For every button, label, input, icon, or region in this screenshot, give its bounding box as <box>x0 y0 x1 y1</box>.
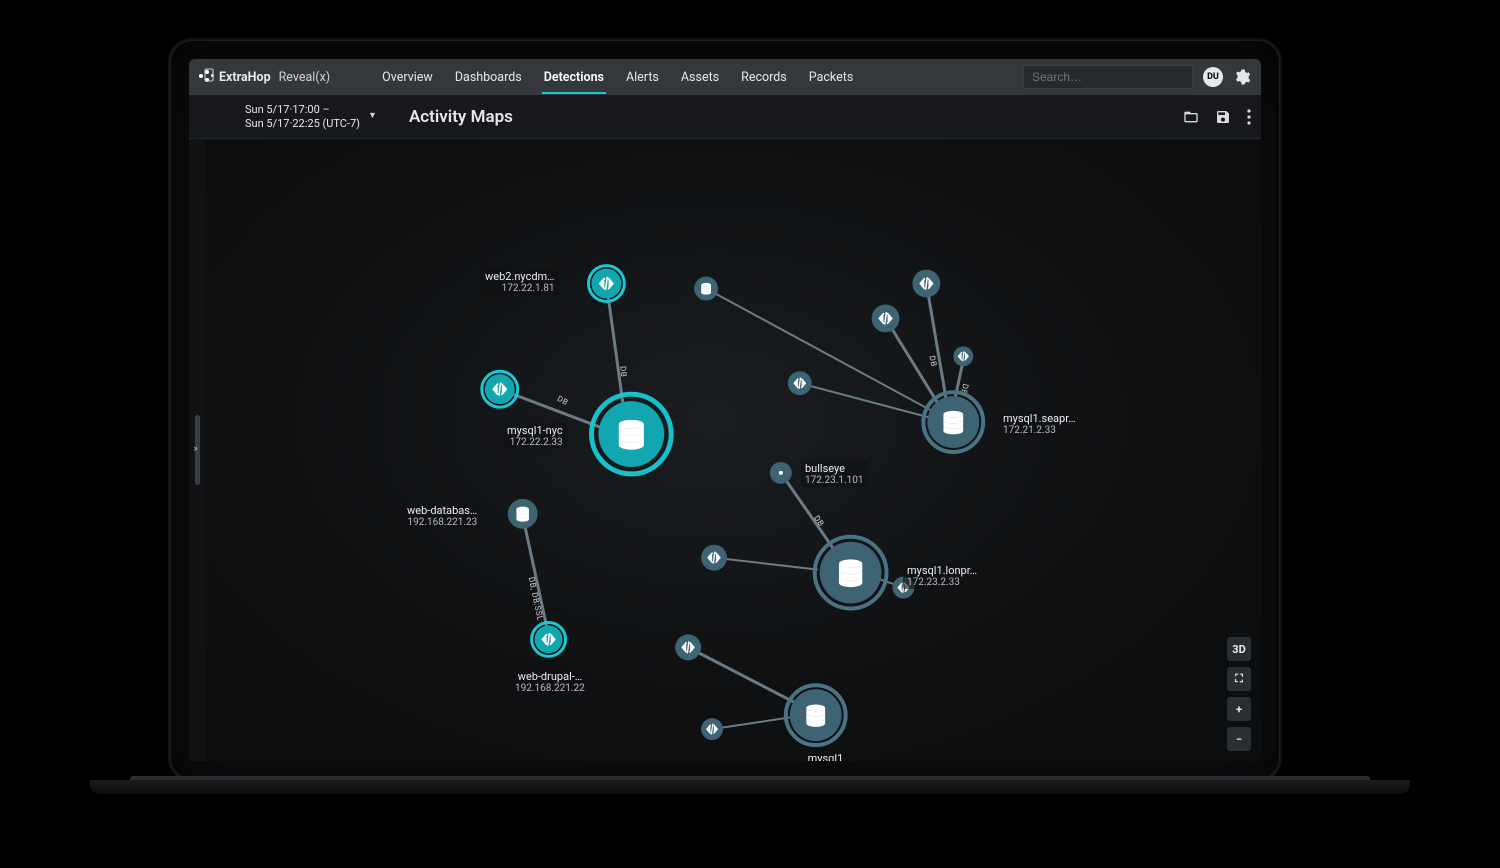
node-web-database[interactable] <box>508 499 538 529</box>
chevron-down-icon: ▼ <box>368 111 377 122</box>
node-code-sat[interactable] <box>701 545 727 571</box>
label-mysql-sea[interactable]: mysql1.seapr… 172.21.2.33 <box>999 411 1080 437</box>
nav-alerts[interactable]: Alerts <box>624 61 661 94</box>
primary-nav: Overview Dashboards Detections Alerts As… <box>380 61 855 94</box>
edge-label: DB <box>618 366 628 378</box>
time-line2: Sun 5/17·22:25 (UTC-7) <box>245 117 360 131</box>
node-web2[interactable] <box>588 266 624 302</box>
nav-overview[interactable]: Overview <box>380 61 435 94</box>
label-web-database[interactable]: web-databas… 192.168.221.23 <box>403 503 481 529</box>
screen: ExtraHop Reveal(x) Overview Dashboards D… <box>189 59 1261 761</box>
top-nav: ExtraHop Reveal(x) Overview Dashboards D… <box>189 59 1261 95</box>
canvas-controls: 3D ⛶ + − <box>1227 637 1251 751</box>
device-icon[interactable] <box>201 65 217 85</box>
label-drupal[interactable]: web-drupal-… 192.168.221.22 <box>511 669 589 695</box>
zoom-out-button[interactable]: − <box>1227 727 1251 751</box>
node-drupal[interactable] <box>532 622 566 656</box>
node-teal-sat[interactable] <box>482 371 518 407</box>
global-search[interactable] <box>1023 65 1193 89</box>
page-tools <box>1183 109 1251 125</box>
node-code-sat[interactable] <box>675 634 701 660</box>
nav-dashboards[interactable]: Dashboards <box>453 61 524 94</box>
page-title: Activity Maps <box>409 107 513 127</box>
node-code-sat[interactable] <box>694 277 718 301</box>
open-icon[interactable] <box>1183 109 1199 125</box>
node-mysql-lon[interactable] <box>815 537 887 609</box>
node-code-sat[interactable] <box>912 270 940 298</box>
sub-bar: Sun 5/17·17:00 – Sun 5/17·22:25 (UTC-7) … <box>189 95 1261 139</box>
laptop-base <box>90 780 1410 794</box>
zoom-in-button[interactable]: + <box>1227 697 1251 721</box>
label-mysql-lon[interactable]: mysql1.lonpr… 172.23.2.33 <box>903 563 981 589</box>
laptop-frame: ExtraHop Reveal(x) Overview Dashboards D… <box>170 40 1280 780</box>
edge-label: DB <box>556 394 570 407</box>
activity-map-canvas[interactable]: DB DB DB, DB:SSL DB DB DB <box>205 139 1261 761</box>
label-web2[interactable]: web2.nycdm… 172.22.1.81 <box>481 269 559 295</box>
graph-svg[interactable]: DB DB DB, DB:SSL DB DB DB <box>205 139 1261 761</box>
brand[interactable]: ExtraHop Reveal(x) <box>199 70 330 85</box>
fullscreen-button[interactable]: ⛶ <box>1227 667 1251 691</box>
time-line1: Sun 5/17·17:00 – <box>245 103 360 117</box>
brand-name: ExtraHop <box>219 70 271 85</box>
node-code-sat[interactable] <box>953 346 973 366</box>
save-icon[interactable] <box>1215 109 1231 125</box>
nav-assets[interactable]: Assets <box>679 61 721 94</box>
label-mysql1[interactable]: mysql1 172.24.2.33 <box>795 751 856 761</box>
time-range-selector[interactable]: Sun 5/17·17:00 – Sun 5/17·22:25 (UTC-7) … <box>245 103 377 131</box>
node-mysql-sea[interactable] <box>923 392 983 452</box>
left-rail: » <box>189 139 205 761</box>
gear-icon[interactable] <box>1233 68 1251 86</box>
nav-packets[interactable]: Packets <box>807 61 856 94</box>
label-bullseye[interactable]: bullseye 172.23.1.101 <box>801 461 868 487</box>
brand-sub: Reveal(x) <box>279 70 331 85</box>
nav-records[interactable]: Records <box>739 61 789 94</box>
edge-label: DB <box>927 355 938 368</box>
edge-label: DB <box>812 514 826 528</box>
node-code-sat[interactable] <box>872 304 900 332</box>
rail-expand-handle[interactable]: » <box>195 415 200 485</box>
more-icon[interactable] <box>1247 109 1251 125</box>
node-bullseye[interactable] <box>770 462 792 484</box>
node-code-sat[interactable] <box>788 371 812 395</box>
label-mysql-nyc[interactable]: mysql1-nyc 172.22.2.33 <box>503 423 567 449</box>
search-input[interactable] <box>1023 65 1193 89</box>
node-code-sat[interactable] <box>701 718 723 740</box>
view-3d-button[interactable]: 3D <box>1227 637 1251 661</box>
node-mysql-nyc[interactable] <box>591 394 671 474</box>
user-chip[interactable]: DU <box>1203 67 1223 87</box>
nav-detections[interactable]: Detections <box>542 61 606 94</box>
node-mysql1[interactable] <box>786 685 846 745</box>
